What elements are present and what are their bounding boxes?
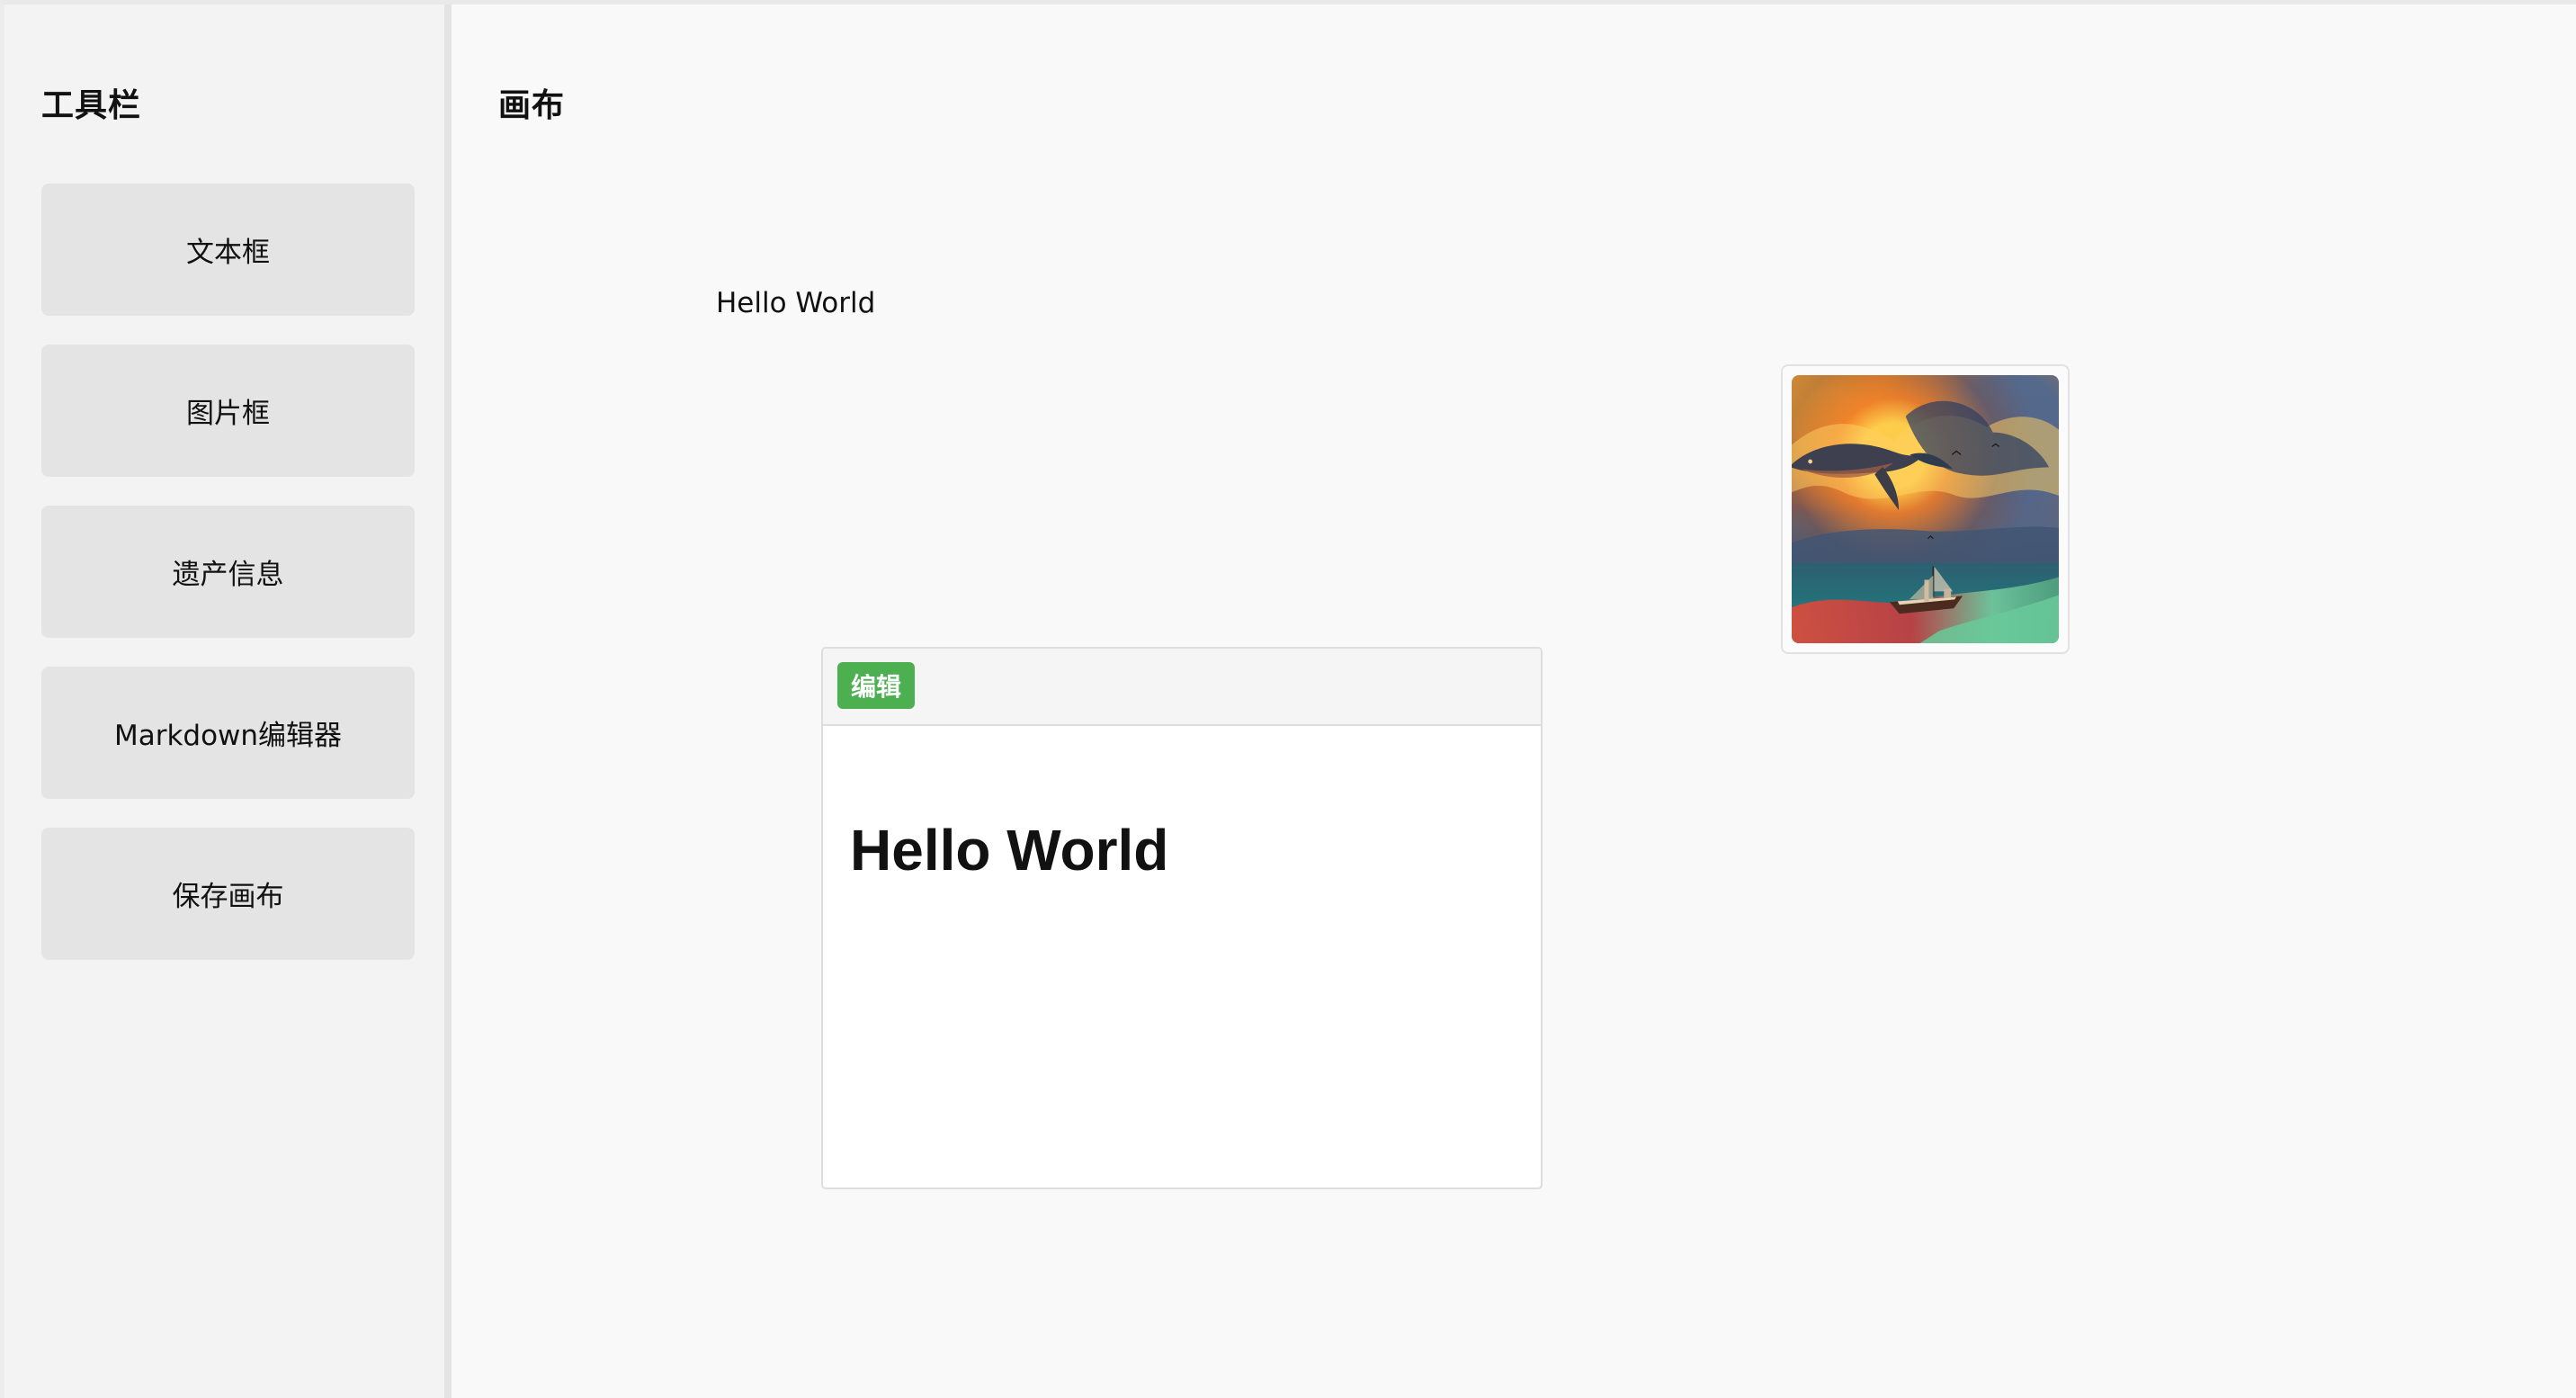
- canvas-image-box[interactable]: [1781, 364, 2070, 654]
- canvas-text-box[interactable]: Hello World: [716, 287, 875, 319]
- edit-button[interactable]: 编辑: [837, 662, 915, 709]
- markdown-editor-toolbar: 编辑: [823, 649, 1541, 726]
- sidebar-title: 工具栏: [41, 87, 142, 124]
- artwork-image: [1792, 375, 2059, 643]
- save-canvas-button[interactable]: 保存画布: [41, 828, 415, 960]
- markdown-editor-panel[interactable]: 编辑 Hello World: [821, 647, 1543, 1189]
- application-window: 工具栏 文本框 图片框 遗产信息 Markdown编辑器 保存画布 画布 Hel…: [0, 0, 2576, 1398]
- image-box-button[interactable]: 图片框: [41, 345, 415, 477]
- toolbar-sidebar: 工具栏 文本框 图片框 遗产信息 Markdown编辑器 保存画布: [4, 4, 452, 1398]
- heritage-info-button[interactable]: 遗产信息: [41, 506, 415, 638]
- markdown-preview-heading[interactable]: Hello World: [850, 817, 1168, 883]
- text-box-button[interactable]: 文本框: [41, 184, 415, 316]
- markdown-editor-button[interactable]: Markdown编辑器: [41, 667, 415, 799]
- canvas-title: 画布: [498, 87, 566, 124]
- canvas-area: 画布 Hello World 编辑 Hello World: [459, 4, 2576, 1398]
- artwork-illustration: [1792, 400, 2059, 643]
